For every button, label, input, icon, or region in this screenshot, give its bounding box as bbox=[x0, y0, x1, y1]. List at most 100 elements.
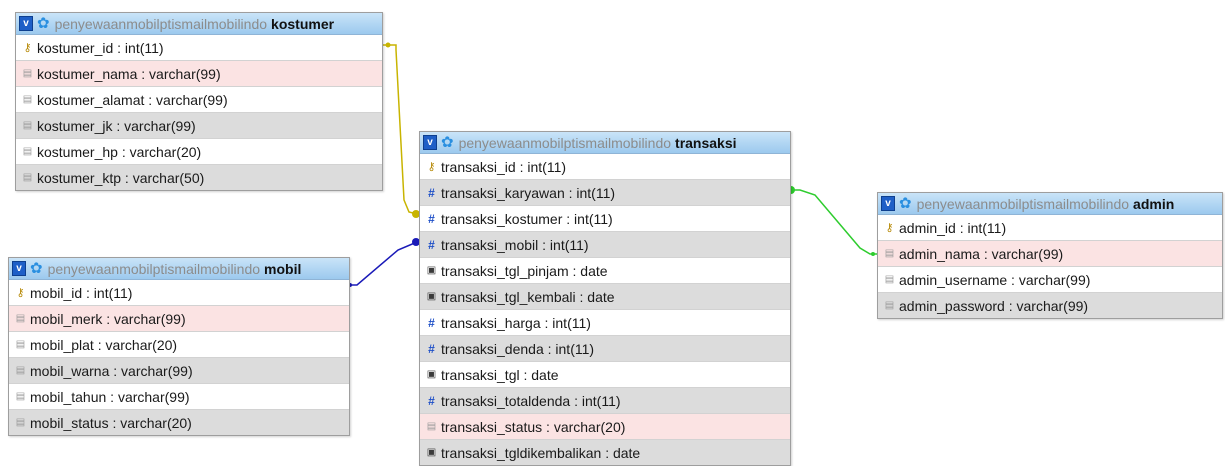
column-row[interactable]: ▤ mobil_tahun : varchar(99) bbox=[9, 384, 349, 410]
column-label: mobil_tahun : varchar(99) bbox=[30, 388, 190, 405]
column-row[interactable]: # transaksi_kostumer : int(11) bbox=[420, 206, 790, 232]
relation-kostumer-transaksi bbox=[383, 42, 420, 218]
column-row[interactable]: # transaksi_harga : int(11) bbox=[420, 310, 790, 336]
table-kostumer[interactable]: v ✿ penyewaanmobilptismailmobilindo kostume… bbox=[15, 12, 383, 191]
column-label: mobil_status : varchar(20) bbox=[30, 414, 192, 431]
column-label: mobil_id : int(11) bbox=[30, 284, 133, 301]
column-row[interactable]: # transaksi_mobil : int(11) bbox=[420, 232, 790, 258]
column-label: admin_nama : varchar(99) bbox=[899, 245, 1064, 262]
text-field-icon: ▤ bbox=[22, 68, 33, 79]
column-label: kostumer_ktp : varchar(50) bbox=[37, 169, 205, 186]
table-name: mobil bbox=[264, 260, 302, 277]
number-icon: # bbox=[428, 315, 435, 330]
column-label: kostumer_id : int(11) bbox=[37, 39, 164, 56]
column-label: transaksi_tgldikembalikan : date bbox=[441, 444, 641, 461]
key-icon: ⚷ bbox=[16, 287, 25, 299]
column-row[interactable]: ▣ transaksi_tgl_kembali : date bbox=[420, 284, 790, 310]
column-row[interactable]: # transaksi_karyawan : int(11) bbox=[420, 180, 790, 206]
table-header[interactable]: v ✿ penyewaanmobilptismailmobilindo kostume… bbox=[16, 13, 382, 35]
column-label: transaksi_tgl : date bbox=[441, 366, 559, 383]
column-label: mobil_plat : varchar(20) bbox=[30, 336, 178, 353]
text-field-icon: ▤ bbox=[15, 313, 26, 324]
relation-admin-transaksi bbox=[787, 186, 877, 256]
column-label: transaksi_karyawan : int(11) bbox=[441, 184, 616, 201]
gear-icon[interactable]: ✿ bbox=[30, 261, 43, 276]
text-field-icon: ▤ bbox=[22, 94, 33, 105]
table-header[interactable]: v ✿ penyewaanmobilptismailmobilindo transak… bbox=[420, 132, 790, 154]
column-row[interactable]: ▤ kostumer_jk : varchar(99) bbox=[16, 113, 382, 139]
column-row[interactable]: ▤ mobil_status : varchar(20) bbox=[9, 410, 349, 435]
column-row[interactable]: ⚷ mobil_id : int(11) bbox=[9, 280, 349, 306]
gear-icon[interactable]: ✿ bbox=[37, 16, 50, 31]
column-row[interactable]: ⚷ transaksi_id : int(11) bbox=[420, 154, 790, 180]
number-icon: # bbox=[428, 393, 435, 408]
date-icon: ▣ bbox=[426, 291, 437, 302]
column-row[interactable]: ⚷ kostumer_id : int(11) bbox=[16, 35, 382, 61]
gear-icon[interactable]: ✿ bbox=[899, 196, 912, 211]
column-label: admin_id : int(11) bbox=[899, 219, 1007, 236]
text-field-icon: ▤ bbox=[15, 391, 26, 402]
column-label: transaksi_harga : int(11) bbox=[441, 314, 591, 331]
column-row[interactable]: ▤ mobil_merk : varchar(99) bbox=[9, 306, 349, 332]
text-field-icon: ▤ bbox=[22, 120, 33, 131]
column-label: kostumer_nama : varchar(99) bbox=[37, 65, 221, 82]
column-label: transaksi_denda : int(11) bbox=[441, 340, 595, 357]
column-row[interactable]: ▤ admin_nama : varchar(99) bbox=[878, 241, 1222, 267]
text-field-icon: ▤ bbox=[22, 146, 33, 157]
database-name: penyewaanmobilptismailmobilindo bbox=[916, 195, 1130, 212]
column-row[interactable]: # transaksi_denda : int(11) bbox=[420, 336, 790, 362]
toggle-icon[interactable]: v bbox=[19, 16, 33, 31]
gear-icon[interactable]: ✿ bbox=[441, 135, 454, 150]
text-field-icon: ▤ bbox=[15, 417, 26, 428]
text-field-icon: ▤ bbox=[884, 248, 895, 259]
column-row[interactable]: ▤ kostumer_hp : varchar(20) bbox=[16, 139, 382, 165]
database-name: penyewaanmobilptismailmobilindo bbox=[54, 15, 268, 32]
key-icon: ⚷ bbox=[23, 42, 32, 54]
relation-mobil-transaksi bbox=[348, 238, 420, 287]
column-label: admin_username : varchar(99) bbox=[899, 271, 1091, 288]
column-row[interactable]: ▤ admin_username : varchar(99) bbox=[878, 267, 1222, 293]
table-mobil[interactable]: v ✿ penyewaanmobilptismailmobilindo mobil ⚷ m… bbox=[8, 257, 350, 436]
column-label: kostumer_hp : varchar(20) bbox=[37, 143, 202, 160]
column-label: transaksi_mobil : int(11) bbox=[441, 236, 589, 253]
text-field-icon: ▤ bbox=[15, 365, 26, 376]
column-label: transaksi_kostumer : int(11) bbox=[441, 210, 613, 227]
table-name: kostumer bbox=[271, 15, 335, 32]
table-header[interactable]: v ✿ penyewaanmobilptismailmobilindo mobil bbox=[9, 258, 349, 280]
column-label: transaksi_totaldenda : int(11) bbox=[441, 392, 621, 409]
table-admin[interactable]: v ✿ penyewaanmobilptismailmobilindo admin ⚷ a… bbox=[877, 192, 1223, 319]
table-header[interactable]: v ✿ penyewaanmobilptismailmobilindo admin bbox=[878, 193, 1222, 215]
toggle-icon[interactable]: v bbox=[423, 135, 437, 150]
column-row[interactable]: ▣ transaksi_tgl : date bbox=[420, 362, 790, 388]
column-row[interactable]: ▤ mobil_warna : varchar(99) bbox=[9, 358, 349, 384]
column-row[interactable]: ▤ mobil_plat : varchar(20) bbox=[9, 332, 349, 358]
text-field-icon: ▤ bbox=[22, 172, 33, 183]
column-row[interactable]: ▤ transaksi_status : varchar(20) bbox=[420, 414, 790, 440]
column-row[interactable]: ▣ transaksi_tgldikembalikan : date bbox=[420, 440, 790, 465]
database-name: penyewaanmobilptismailmobilindo bbox=[458, 134, 672, 151]
text-field-icon: ▤ bbox=[426, 421, 437, 432]
number-icon: # bbox=[428, 211, 435, 226]
column-label: mobil_warna : varchar(99) bbox=[30, 362, 193, 379]
column-row[interactable]: ⚷ admin_id : int(11) bbox=[878, 215, 1222, 241]
table-name: transaksi bbox=[675, 134, 737, 151]
date-icon: ▣ bbox=[426, 265, 437, 276]
column-row[interactable]: ▤ kostumer_ktp : varchar(50) bbox=[16, 165, 382, 190]
column-label: admin_password : varchar(99) bbox=[899, 297, 1089, 314]
column-label: transaksi_tgl_pinjam : date bbox=[441, 262, 608, 279]
table-name: admin bbox=[1133, 195, 1175, 212]
text-field-icon: ▤ bbox=[884, 300, 895, 311]
column-row[interactable]: ▣ transaksi_tgl_pinjam : date bbox=[420, 258, 790, 284]
column-row[interactable]: ▤ kostumer_nama : varchar(99) bbox=[16, 61, 382, 87]
database-name: penyewaanmobilptismailmobilindo bbox=[47, 260, 261, 277]
column-label: transaksi_status : varchar(20) bbox=[441, 418, 626, 435]
table-transaksi[interactable]: v ✿ penyewaanmobilptismailmobilindo transak… bbox=[419, 131, 791, 466]
key-icon: ⚷ bbox=[885, 222, 894, 234]
number-icon: # bbox=[428, 185, 435, 200]
toggle-icon[interactable]: v bbox=[881, 196, 895, 211]
column-row[interactable]: ▤ admin_password : varchar(99) bbox=[878, 293, 1222, 318]
column-row[interactable]: # transaksi_totaldenda : int(11) bbox=[420, 388, 790, 414]
toggle-icon[interactable]: v bbox=[12, 261, 26, 276]
column-row[interactable]: ▤ kostumer_alamat : varchar(99) bbox=[16, 87, 382, 113]
column-label: mobil_merk : varchar(99) bbox=[30, 310, 186, 327]
